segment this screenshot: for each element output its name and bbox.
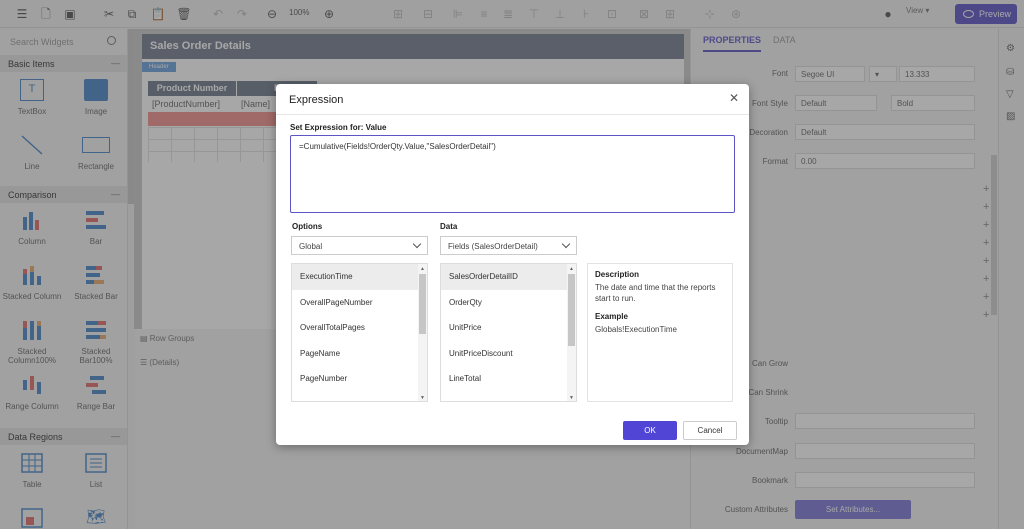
scroll-thumb[interactable] <box>568 274 575 346</box>
list-item[interactable]: SalesOrderDetailID <box>441 264 576 290</box>
options-label: Options <box>292 222 323 231</box>
scroll-down-icon[interactable]: ▼ <box>569 395 574 401</box>
description-heading: Description <box>595 270 640 279</box>
scroll-thumb[interactable] <box>419 274 426 334</box>
data-dropdown[interactable]: Fields (SalesOrderDetail) <box>440 236 577 255</box>
list-item[interactable]: OverallPageNumber <box>292 290 427 316</box>
dialog-divider <box>276 114 749 115</box>
options-dropdown[interactable]: Global <box>291 236 428 255</box>
list-item[interactable]: UnitPrice <box>441 315 576 341</box>
description-text: The date and time that the reports start… <box>595 283 716 303</box>
dialog-title: Expression <box>289 94 344 106</box>
chevron-down-icon <box>412 239 422 249</box>
ok-button[interactable]: OK <box>623 421 677 440</box>
list-item[interactable]: LineTotal <box>441 366 576 392</box>
data-label: Data <box>440 222 458 231</box>
list-item[interactable]: OrderQty <box>441 290 576 316</box>
list-item[interactable]: PageNumber <box>292 366 427 392</box>
scroll-down-icon[interactable]: ▼ <box>420 395 425 401</box>
scroll-up-icon[interactable]: ▲ <box>569 266 574 272</box>
expression-input[interactable] <box>290 135 735 213</box>
chevron-down-icon <box>561 239 571 249</box>
list-item[interactable]: OverallTotalPages <box>292 315 427 341</box>
data-scrollbar[interactable]: ▲ ▼ <box>567 264 576 401</box>
description-panel: Description The date and time that the r… <box>587 263 733 402</box>
example-heading: Example <box>595 312 628 321</box>
scroll-up-icon[interactable]: ▲ <box>420 266 425 272</box>
example-text: Globals!ExecutionTime <box>595 325 677 334</box>
options-scrollbar[interactable]: ▲ ▼ <box>418 264 427 401</box>
list-item[interactable]: ExecutionTime <box>292 264 427 290</box>
list-item[interactable]: CarrierTrackingNumber <box>441 392 576 402</box>
list-item[interactable]: RenderFormat.IsInteractive <box>292 392 427 402</box>
list-item[interactable]: UnitPriceDiscount <box>441 341 576 367</box>
options-list[interactable]: ExecutionTime OverallPageNumber OverallT… <box>291 263 428 402</box>
cancel-button[interactable]: Cancel <box>683 421 737 440</box>
data-list[interactable]: SalesOrderDetailID OrderQty UnitPrice Un… <box>440 263 577 402</box>
close-icon[interactable]: ✕ <box>729 91 739 105</box>
expression-dialog: Expression ✕ Set Expression for: Value O… <box>276 84 749 445</box>
list-item[interactable]: PageName <box>292 341 427 367</box>
set-expression-label: Set Expression for: Value <box>290 123 387 132</box>
